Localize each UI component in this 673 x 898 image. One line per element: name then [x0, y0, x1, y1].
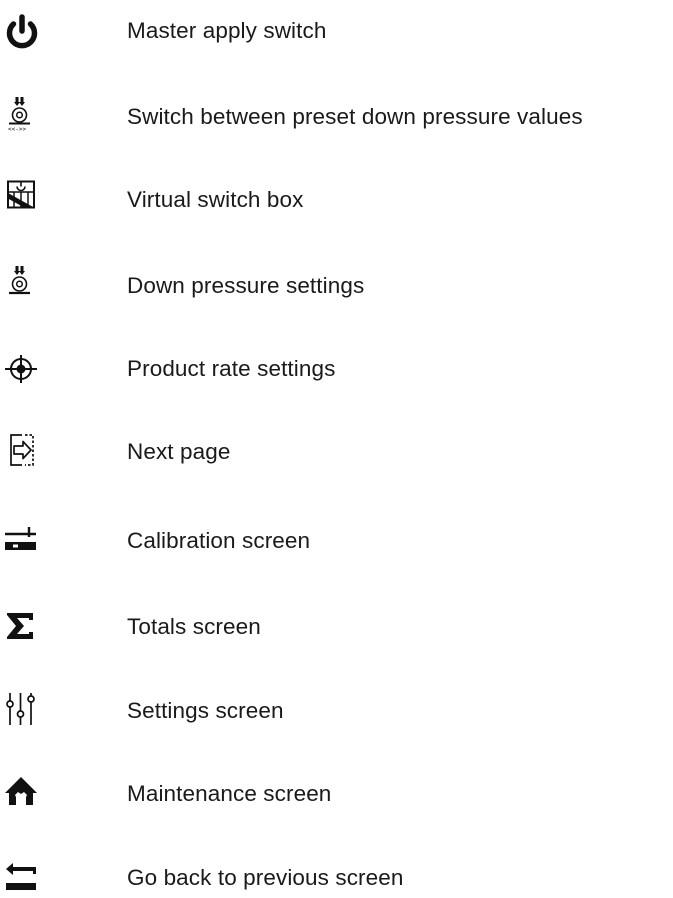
- svg-text:<<->>: <<->>: [8, 126, 26, 133]
- legend-row-master-apply: Master apply switch: [0, 11, 673, 51]
- virtual-switch-box-icon: [0, 180, 44, 220]
- preset-down-pressure-icon: <<->>: [0, 97, 44, 137]
- power-icon: [0, 11, 44, 51]
- legend-label: Virtual switch box: [127, 187, 304, 212]
- legend-row-down-pressure: Down pressure settings: [0, 266, 673, 306]
- legend-row-maintenance: Maintenance screen: [0, 774, 673, 814]
- legend-row-product-rate: Product rate settings: [0, 349, 673, 389]
- legend-row-preset-down-pressure: <<->> Switch between preset down pressur…: [0, 97, 673, 137]
- legend-row-virtual-switch-box: Virtual switch box: [0, 180, 673, 220]
- down-pressure-icon: [0, 266, 44, 306]
- legend-label: Product rate settings: [127, 356, 336, 381]
- legend-label: Go back to previous screen: [127, 865, 404, 890]
- legend-row-go-back: Go back to previous screen: [0, 858, 673, 898]
- calibration-icon: [0, 521, 44, 561]
- back-arrow-icon: [0, 858, 44, 898]
- legend-label: Calibration screen: [127, 528, 311, 553]
- crosshair-icon: [0, 349, 44, 389]
- legend-label: Next page: [127, 439, 231, 464]
- sigma-icon: [0, 607, 44, 647]
- legend-label: Maintenance screen: [127, 781, 332, 806]
- legend-row-next-page: Next page: [0, 432, 673, 472]
- maintenance-icon: [0, 774, 44, 814]
- legend-label: Master apply switch: [127, 18, 327, 43]
- legend-label: Down pressure settings: [127, 273, 365, 298]
- legend-label: Switch between preset down pressure valu…: [127, 104, 583, 129]
- legend-row-totals: Totals screen: [0, 607, 673, 647]
- legend-label: Settings screen: [127, 698, 284, 723]
- legend-label: Totals screen: [127, 614, 261, 639]
- legend-row-calibration: Calibration screen: [0, 521, 673, 561]
- legend-row-settings: Settings screen: [0, 691, 673, 731]
- sliders-icon: [0, 691, 44, 731]
- next-page-icon: [0, 432, 44, 472]
- icon-legend-list: Master apply switch <<->> Switch between…: [0, 0, 673, 896]
